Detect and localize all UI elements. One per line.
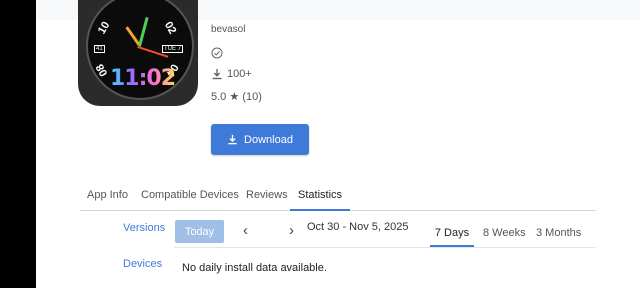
- today-button[interactable]: Today: [175, 220, 224, 243]
- download-button-label: Download: [244, 133, 293, 146]
- period-3-months[interactable]: 3 Months: [536, 221, 581, 245]
- tab-bar: App Info Compatible Devices Reviews Stat…: [80, 180, 596, 211]
- chevron-left-icon[interactable]: ‹: [243, 222, 248, 239]
- rating: 5.0 ★ (10): [211, 90, 262, 103]
- watch-complication: 41: [94, 45, 105, 53]
- rating-count: (10): [242, 91, 262, 103]
- tab-reviews[interactable]: Reviews: [246, 180, 288, 209]
- tab-compatible-devices[interactable]: Compatible Devices: [141, 180, 239, 209]
- period-7-days[interactable]: 7 Days: [430, 221, 474, 247]
- developer-name: bevasol: [211, 24, 246, 35]
- watch-time: 11:02: [110, 66, 176, 91]
- download-icon: [228, 134, 237, 145]
- period-8-weeks[interactable]: 8 Weeks: [483, 221, 526, 245]
- app-thumbnail: 10 02 08 04 41 TUE 7 11:02: [78, 0, 198, 106]
- star-icon: ★: [229, 91, 240, 103]
- tab-statistics[interactable]: Statistics: [290, 180, 351, 211]
- date-range: Oct 30 - Nov 5, 2025: [307, 221, 409, 233]
- left-edge-bar: [0, 0, 36, 288]
- tab-app-info[interactable]: App Info: [87, 180, 128, 209]
- check-circle-icon: [211, 47, 223, 59]
- download-icon: [212, 69, 222, 80]
- watch-complication: TUE 7: [162, 45, 184, 53]
- versions-link[interactable]: Versions: [123, 222, 165, 234]
- download-count: 100+: [227, 68, 252, 80]
- download-button[interactable]: Download: [211, 124, 309, 155]
- chevron-right-icon[interactable]: ›: [289, 222, 294, 239]
- devices-link[interactable]: Devices: [123, 258, 162, 270]
- rating-value: 5.0: [211, 91, 227, 103]
- empty-state-message: No daily install data available.: [182, 262, 327, 274]
- stats-divider: [174, 247, 596, 248]
